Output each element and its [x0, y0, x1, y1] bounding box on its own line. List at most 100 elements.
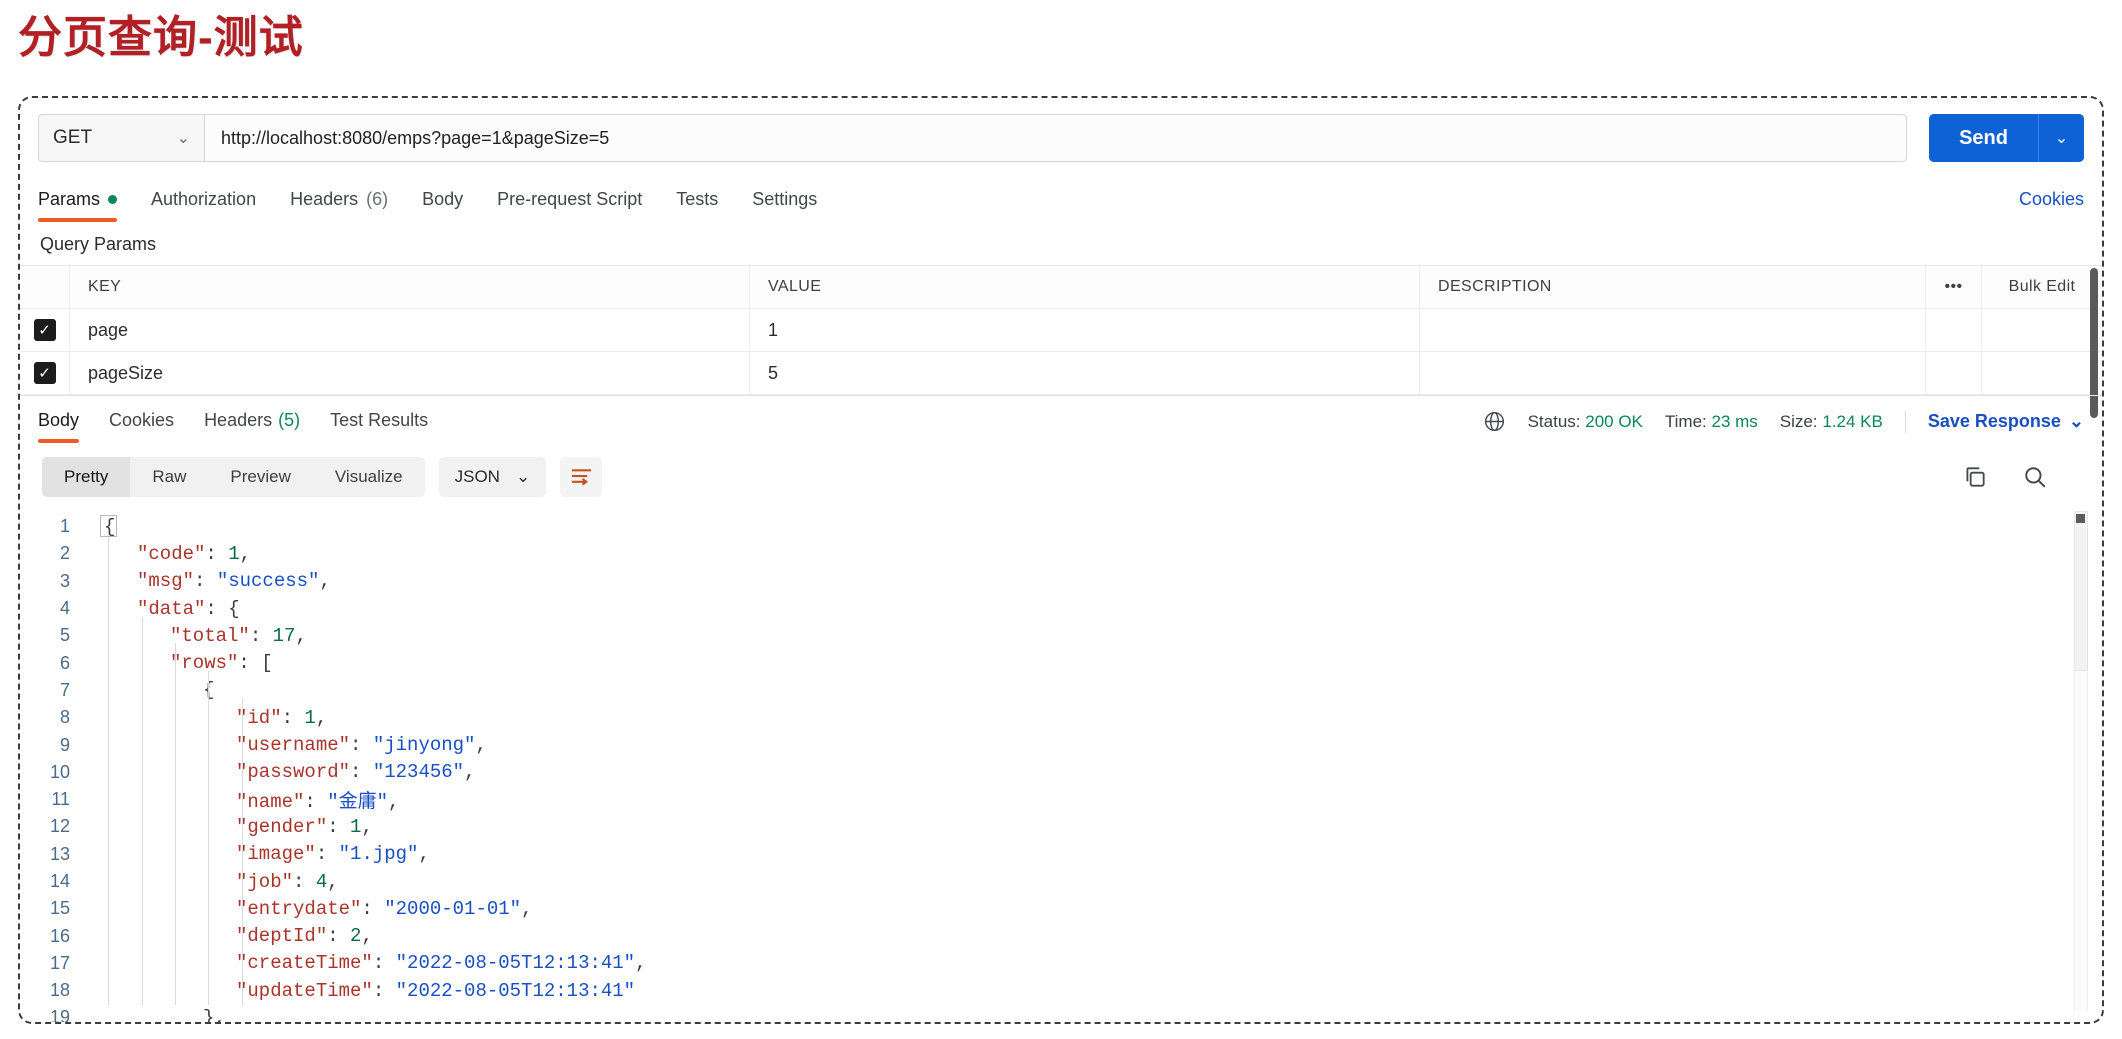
json-token-k: "username": [236, 734, 351, 757]
response-tab-test-results[interactable]: Test Results: [330, 410, 428, 443]
response-scrollbar-thumb[interactable]: [2074, 511, 2088, 671]
json-line: 6 "rows": [: [20, 649, 2102, 676]
row-key[interactable]: page: [70, 309, 750, 351]
json-token-k: "data": [137, 597, 206, 620]
line-number: 13: [49, 843, 70, 864]
row-value[interactable]: 1: [750, 309, 1420, 351]
json-line-code: "data": {: [92, 598, 240, 620]
line-number: 5: [59, 625, 70, 646]
tab-headers-label: Headers: [290, 189, 359, 209]
row-spacer-dots: [1926, 309, 1982, 351]
json-line: 15 "entrydate": "2000-01-01",: [20, 895, 2102, 922]
json-line-code: "updateTime": "2022-08-05T12:13:41": [92, 980, 635, 1002]
row-description[interactable]: [1420, 309, 1926, 351]
http-method-value: GET: [53, 127, 93, 148]
tab-tests[interactable]: Tests: [676, 183, 718, 222]
json-line: 17 "createTime": "2022-08-05T12:13:41",: [20, 950, 2102, 977]
search-button[interactable]: [2022, 464, 2048, 490]
json-line: 19},: [20, 1004, 2102, 1024]
row-checkbox-cell: ✓: [20, 309, 70, 351]
view-mode-visualize[interactable]: Visualize: [313, 457, 425, 497]
response-viewer-toolbar: Pretty Raw Preview Visualize JSON ⌄: [20, 447, 2102, 507]
json-token-n: 17: [272, 624, 296, 647]
line-number: 9: [59, 734, 70, 755]
json-token-p: :: [281, 706, 305, 729]
json-token-p: ,: [464, 761, 476, 784]
json-token-p: :: [361, 897, 385, 920]
row-checkbox-cell: ✓: [20, 352, 70, 394]
json-token-k: "code": [137, 542, 206, 565]
json-line-code: "deptId": 2,: [92, 925, 373, 947]
json-token-p: :: [327, 925, 351, 948]
json-token-k: "gender": [236, 815, 328, 838]
line-number: 11: [51, 789, 70, 810]
line-number: 16: [49, 925, 70, 946]
line-number: 19: [49, 1007, 70, 1024]
json-token-p: :: [350, 761, 373, 784]
json-line: 2 "code": 1,: [20, 540, 2102, 567]
response-tab-headers[interactable]: Headers (5): [204, 410, 300, 443]
view-mode-pretty[interactable]: Pretty: [42, 457, 131, 497]
checkbox-checked-icon[interactable]: ✓: [33, 362, 56, 384]
http-method-select[interactable]: GET ⌄: [38, 114, 204, 162]
json-line: 16 "deptId": 2,: [20, 922, 2102, 949]
json-token-n: 2: [350, 925, 362, 948]
response-tab-body[interactable]: Body: [38, 410, 80, 443]
table-options-icon[interactable]: •••: [1926, 266, 1982, 308]
wrap-lines-icon: [571, 469, 591, 486]
save-response-button[interactable]: Save Response ⌄: [1928, 411, 2084, 432]
json-line: 9 "username": "jinyong",: [20, 731, 2102, 758]
line-number: 6: [59, 652, 70, 673]
code-fold-marker[interactable]: [100, 515, 117, 537]
json-line-list: 1{2 "code": 1, 3 "msg": "success", 4 "data": …: [20, 513, 2102, 1024]
json-token-k: "createTime": [236, 952, 373, 975]
tab-settings[interactable]: Settings: [752, 183, 817, 222]
json-token-n: 1: [228, 542, 240, 565]
save-response-label: Save Response: [1927, 411, 2061, 431]
tab-pre-request-script[interactable]: Pre-request Script: [497, 183, 642, 222]
params-modified-dot-icon: [108, 195, 118, 204]
json-token-n: 1: [304, 706, 316, 729]
table-row: ✓ page 1: [20, 309, 2102, 352]
tab-body[interactable]: Body: [422, 183, 463, 222]
line-number: 3: [59, 570, 70, 591]
tab-authorization[interactable]: Authorization: [151, 183, 256, 222]
json-token-k: "job": [236, 870, 294, 893]
json-line-code: "rows": [: [92, 652, 273, 674]
time-value: 23 ms: [1711, 411, 1758, 431]
json-token-s: "2022-08-05T12:13:41": [395, 952, 636, 975]
send-options-chevron-down-icon[interactable]: ⌄: [2038, 114, 2084, 162]
tab-settings-label: Settings: [752, 189, 818, 209]
header-value: VALUE: [750, 266, 1420, 308]
bulk-edit-button[interactable]: Bulk Edit: [1982, 266, 2102, 308]
json-token-p: :: [293, 870, 316, 893]
row-value[interactable]: 5: [750, 352, 1420, 394]
cookies-link[interactable]: Cookies: [2019, 189, 2084, 222]
view-mode-preview[interactable]: Preview: [208, 457, 312, 497]
json-line-code: "username": "jinyong",: [92, 734, 487, 756]
view-mode-raw[interactable]: Raw: [130, 457, 208, 497]
json-token-p: ,: [475, 734, 487, 757]
row-key[interactable]: pageSize: [70, 352, 750, 394]
response-body-json-viewer[interactable]: 1{2 "code": 1, 3 "msg": "success", 4 "data": …: [20, 507, 2102, 1024]
json-line: 8 "id": 1,: [20, 704, 2102, 731]
json-token-k: "password": [236, 761, 351, 784]
send-button[interactable]: Send: [1929, 114, 2038, 162]
response-tab-cookies[interactable]: Cookies: [109, 410, 174, 443]
status-value: 200 OK: [1585, 411, 1643, 431]
copy-button[interactable]: [1962, 464, 1988, 490]
url-input[interactable]: http://localhost:8080/emps?page=1&pageSi…: [204, 114, 1908, 162]
tab-params[interactable]: Params: [38, 183, 118, 222]
json-token-p: ,: [239, 542, 252, 565]
row-description[interactable]: [1420, 352, 1926, 394]
tab-tests-label: Tests: [676, 189, 719, 209]
postman-capture-frame: GET ⌄ http://localhost:8080/emps?page=1&…: [18, 96, 2104, 1024]
json-token-p: ,: [319, 570, 331, 593]
json-token-p: :: [315, 843, 339, 866]
json-token-p: :: [249, 624, 273, 647]
checkbox-checked-icon[interactable]: ✓: [33, 319, 56, 341]
json-line-code: "code": 1,: [92, 543, 251, 565]
wrap-lines-button[interactable]: [560, 457, 603, 497]
tab-headers[interactable]: Headers (6): [290, 183, 388, 222]
response-format-select[interactable]: JSON ⌄: [438, 457, 547, 497]
